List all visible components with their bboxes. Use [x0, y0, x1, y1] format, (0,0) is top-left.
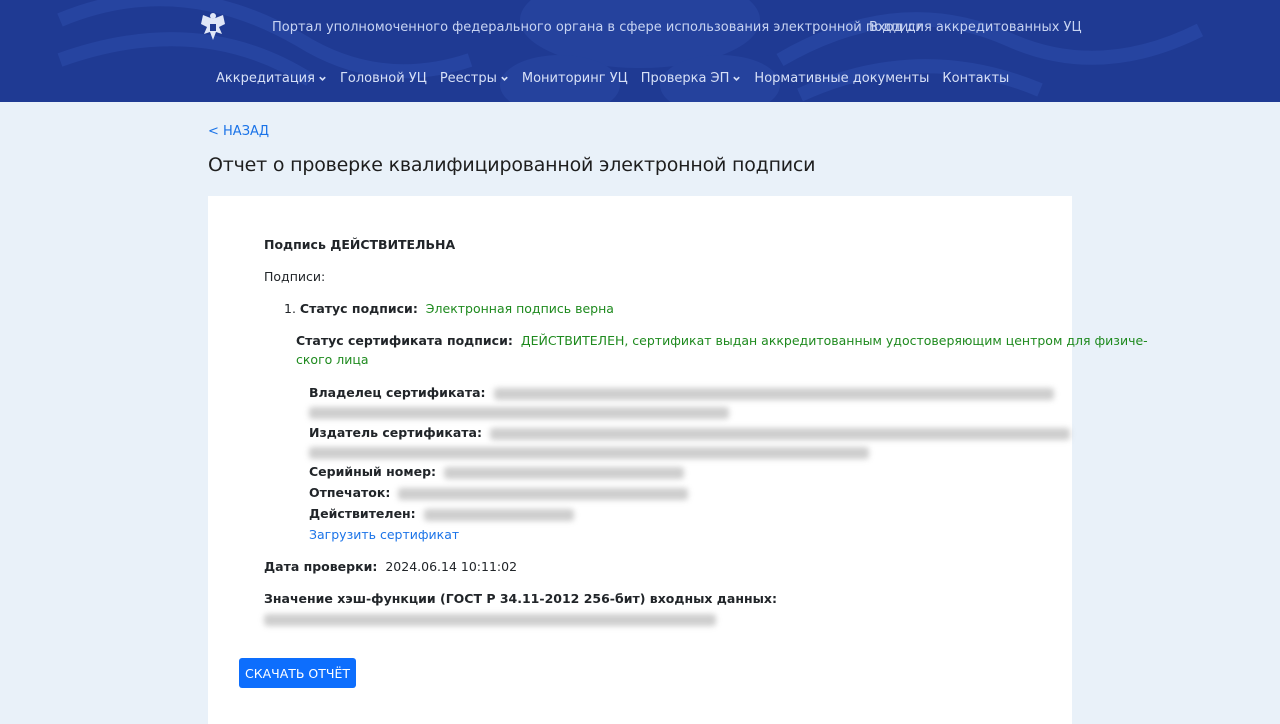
- cert-issuer-cont: [309, 444, 869, 459]
- cert-status-value: ДЕЙСТВИТЕЛЕН, сертификат выдан аккредито…: [520, 333, 1148, 348]
- redacted-serial: [444, 466, 685, 479]
- check-date-row: Дата проверки: 2024.06.14 10:11:02: [264, 559, 517, 574]
- accredited-ca-login-link[interactable]: Вход для аккредитованных УЦ: [869, 20, 1082, 35]
- hash-value-row: [264, 611, 716, 626]
- redacted-hash-value: [264, 613, 716, 626]
- nav-item-label: Нормативные документы: [754, 71, 930, 86]
- chevron-down-icon: [319, 76, 326, 81]
- back-link[interactable]: < НАЗАД: [208, 124, 269, 139]
- top-header: Портал уполномоченного федерального орга…: [0, 0, 1280, 102]
- nav-item-head-ca[interactable]: Головной УЦ: [340, 71, 427, 86]
- cert-issuer-label: Издатель сертификата:: [309, 425, 482, 440]
- redacted-issuer: [489, 427, 1070, 440]
- redacted-issuer-cont: [309, 446, 869, 459]
- cert-owner-label: Владелец сертификата:: [309, 385, 486, 400]
- cert-status-row: Статус сертификата подписи: ДЕЙСТВИТЕЛЕН…: [296, 333, 1148, 348]
- main-nav: Аккредитация Головной УЦ Реестры Монитор…: [216, 71, 1009, 86]
- nav-item-registries[interactable]: Реестры: [440, 71, 509, 86]
- cert-serial-row: Серийный номер:: [309, 464, 685, 479]
- download-report-button[interactable]: СКАЧАТЬ ОТЧЁТ: [239, 658, 356, 688]
- signature-status-value: Электронная подпись верна: [425, 301, 614, 316]
- nav-item-label: Контакты: [942, 71, 1010, 86]
- page-title: Отчет о проверке квалифицированной элект…: [208, 154, 816, 176]
- nav-item-label: Реестры: [439, 71, 497, 86]
- nav-item-ca-monitoring[interactable]: Мониторинг УЦ: [522, 71, 628, 86]
- cert-serial-label: Серийный номер:: [309, 464, 437, 479]
- redacted-thumbprint: [398, 487, 689, 500]
- check-date-label: Дата проверки:: [264, 559, 378, 574]
- cert-valid-row: Действителен:: [309, 506, 574, 521]
- hash-label: Значение хэш-функции (ГОСТ Р 34.11-2012 …: [264, 591, 777, 606]
- nav-item-accreditation[interactable]: Аккредитация: [216, 71, 327, 86]
- cert-owner-cont: [309, 404, 729, 419]
- cert-status-value-cont: ского лица: [296, 352, 369, 367]
- redacted-validity: [423, 508, 574, 521]
- nav-item-contacts[interactable]: Контакты: [942, 71, 1009, 86]
- check-date-value: 2024.06.14 10:11:02: [385, 559, 518, 574]
- cert-status-label: Статус сертификата подписи:: [296, 333, 513, 348]
- cert-thumbprint-row: Отпечаток:: [309, 485, 689, 500]
- redacted-owner: [493, 387, 1054, 400]
- chevron-down-icon: [733, 76, 741, 81]
- report-card: Подпись ДЕЙСТВИТЕЛЬНА Подписи: 1. Статус…: [208, 196, 1148, 724]
- emblem-icon[interactable]: [199, 12, 227, 42]
- signature-result: Подпись ДЕЙСТВИТЕЛЬНА: [264, 237, 456, 252]
- nav-item-label: Мониторинг УЦ: [521, 71, 628, 86]
- chevron-down-icon: [501, 76, 508, 81]
- cert-valid-label: Действителен:: [309, 506, 416, 521]
- portal-title[interactable]: Портал уполномоченного федерального орга…: [272, 20, 924, 35]
- signature-number: 1.: [284, 301, 296, 316]
- redacted-owner-cont: [309, 406, 729, 419]
- signature-item: 1. Статус подписи: Электронная подпись в…: [284, 301, 614, 316]
- nav-item-signature-check[interactable]: Проверка ЭП: [641, 71, 742, 86]
- nav-item-regulatory-docs[interactable]: Нормативные документы: [754, 71, 929, 86]
- signature-status-label: Статус подписи:: [299, 301, 418, 316]
- nav-item-label: Аккредитация: [216, 71, 315, 86]
- header-emblem-watermark: [57, 0, 1204, 102]
- nav-item-label: Проверка ЭП: [640, 71, 730, 86]
- nav-item-label: Головной УЦ: [339, 71, 427, 86]
- cert-owner-row: Владелец сертификата:: [309, 385, 1054, 400]
- signatures-label: Подписи:: [264, 269, 326, 284]
- download-certificate-link[interactable]: Загрузить сертификат: [309, 527, 459, 542]
- cert-thumbprint-label: Отпечаток:: [309, 485, 391, 500]
- cert-issuer-row: Издатель сертификата:: [309, 425, 1070, 440]
